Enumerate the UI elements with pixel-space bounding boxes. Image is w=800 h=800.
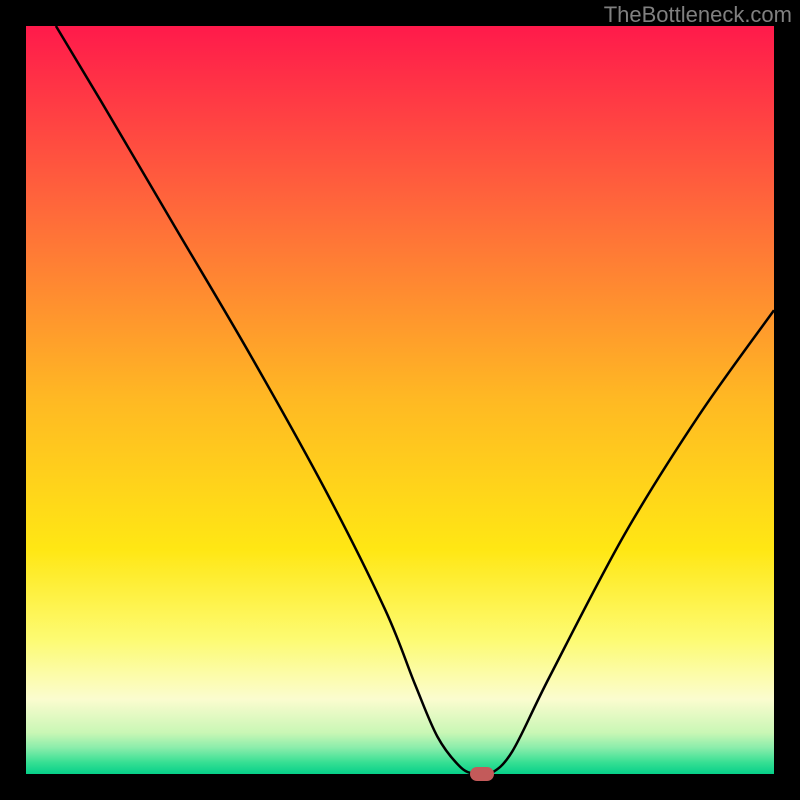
optimal-point-marker [470, 767, 494, 781]
bottleneck-curve [26, 26, 774, 774]
watermark-text: TheBottleneck.com [604, 2, 792, 28]
chart-area [26, 26, 774, 774]
